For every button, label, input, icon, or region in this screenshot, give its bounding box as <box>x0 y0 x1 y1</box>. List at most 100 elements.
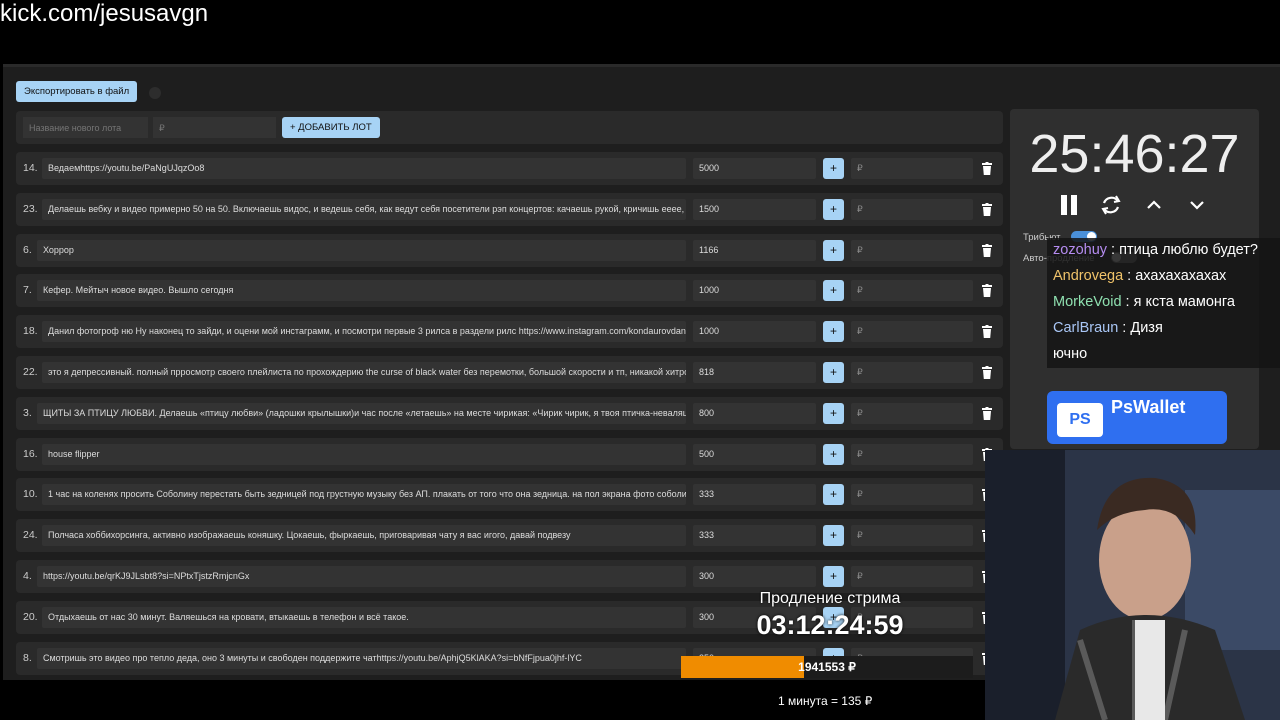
lot-row: 6. Хоррор 1166 + ₽ <box>16 233 1003 267</box>
stream-url: kick.com/jesusavgn <box>0 0 209 27</box>
add-bid-button[interactable]: + <box>823 158 844 179</box>
trash-icon[interactable] <box>982 202 992 216</box>
lot-amount-input[interactable]: 300 <box>693 565 816 587</box>
lot-amount-input[interactable]: 5000 <box>693 158 816 179</box>
add-bid-button[interactable]: + <box>823 443 844 465</box>
bid-input[interactable]: ₽ <box>851 361 973 383</box>
lot-row: 18. Данил фотогроф ню Ну наконец то зайди… <box>16 315 1003 349</box>
lot-title-input[interactable]: 1 час на коленях просить Соболину перест… <box>42 484 686 506</box>
bid-input[interactable]: ₽ <box>851 565 973 587</box>
donation-progress: 1941553 ₽ <box>681 656 973 678</box>
lot-number: 3. <box>23 406 32 419</box>
bid-input[interactable]: ₽ <box>851 158 973 179</box>
chat-message: CarlBraun : Дизя <box>1047 316 1280 342</box>
bid-input[interactable]: ₽ <box>851 443 973 465</box>
lot-amount-input[interactable]: 818 <box>693 361 816 383</box>
bid-input[interactable]: ₽ <box>851 525 973 547</box>
chat-username: Androvega <box>1053 268 1124 284</box>
add-bid-button[interactable]: + <box>823 484 844 506</box>
lot-amount-input[interactable]: 1000 <box>693 321 816 343</box>
lot-number: 22. <box>23 365 38 378</box>
trash-icon[interactable] <box>982 406 992 420</box>
add-bid-button[interactable]: + <box>823 525 844 547</box>
chat-username: zozohuy <box>1053 242 1108 258</box>
new-lot-name-input[interactable] <box>23 117 148 138</box>
export-button[interactable]: Экспортировать в файл <box>16 81 138 102</box>
add-bid-button[interactable]: + <box>823 321 844 343</box>
lot-number: 24. <box>23 529 38 542</box>
lot-amount-input[interactable]: 500 <box>693 443 816 465</box>
lot-title-input[interactable]: Данил фотогроф ню Ну наконец то зайди, и… <box>42 321 686 343</box>
lot-title-input[interactable]: Смотришь это видео про тепло деда, оно 3… <box>37 647 686 669</box>
trash-icon[interactable] <box>982 284 992 298</box>
lot-title-input[interactable]: Делаешь вебку и видео примерно 50 на 50.… <box>42 198 686 220</box>
extension-time: 03:12:24:59 <box>756 610 904 640</box>
chat-message: Androvega : ахахахахахах <box>1047 264 1280 290</box>
chat-message: ючно <box>1047 342 1280 368</box>
add-bid-button[interactable]: + <box>823 361 844 383</box>
lot-number: 20. <box>23 610 38 623</box>
status-dot <box>149 87 161 99</box>
trash-icon[interactable] <box>982 243 992 257</box>
lot-number: 14. <box>23 162 38 174</box>
lot-title-input[interactable]: Кефер. Мейтыч новое видео. Вышло сегодня <box>37 280 686 302</box>
add-bid-button[interactable]: + <box>823 565 844 587</box>
auction-timer: 25:46:27 <box>1029 124 1240 184</box>
add-bid-button[interactable]: + <box>823 280 844 302</box>
streamer-camera-image <box>985 450 1280 720</box>
bid-input[interactable]: ₽ <box>851 280 973 302</box>
reset-icon[interactable] <box>1100 193 1122 217</box>
bid-input[interactable]: ₽ <box>851 321 973 343</box>
chat-separator: : <box>1118 320 1131 336</box>
lot-number: 16. <box>23 447 38 460</box>
lot-amount-input[interactable]: 333 <box>693 525 816 547</box>
chat-message: MorkeVoid : я кста мамонга <box>1047 290 1280 316</box>
lot-amount-input[interactable]: 1166 <box>693 239 816 261</box>
chat-overlay: zozohuy : птица люблю будет? Androvega : … <box>1047 238 1280 368</box>
bid-input[interactable]: ₽ <box>851 198 973 220</box>
lot-title-input[interactable]: Отдыхаешь от нас 30 минут. Валяешься на … <box>42 606 686 628</box>
add-lot-button[interactable]: + ДОБАВИТЬ ЛОТ <box>282 117 380 138</box>
pswallet-banner: PS PsWallet <box>1047 391 1227 444</box>
lot-amount-input[interactable]: 800 <box>693 402 816 424</box>
chat-text: Дизя <box>1130 320 1163 336</box>
lot-title-input[interactable]: ЩИТЫ ЗА ПТИЦУ ЛЮБВИ. Делаешь «птицу любв… <box>37 402 686 424</box>
lot-number: 8. <box>23 651 32 664</box>
new-lot-price-input[interactable] <box>153 117 276 138</box>
bid-input[interactable]: ₽ <box>851 402 973 424</box>
lot-number: 6. <box>23 243 32 256</box>
chat-username: CarlBraun <box>1053 320 1119 336</box>
add-bid-button[interactable]: + <box>823 198 844 220</box>
add-bid-button[interactable]: + <box>823 402 844 424</box>
trash-icon[interactable] <box>982 162 992 175</box>
lot-row: 23. Делаешь вебку и видео примерно 50 на … <box>16 192 1003 226</box>
lot-row: 24. Полчаса хоббихорсинга, активно изобра… <box>16 519 1003 553</box>
trash-icon[interactable] <box>982 365 992 379</box>
lot-number: 7. <box>23 284 32 297</box>
add-bid-button[interactable]: + <box>823 239 844 261</box>
chat-message: zozohuy : птица люблю будет? <box>1047 238 1280 264</box>
pause-icon[interactable] <box>1058 193 1080 217</box>
chat-text: птица люблю будет? <box>1119 242 1258 258</box>
lot-amount-input[interactable]: 333 <box>693 484 816 506</box>
lot-amount-input[interactable]: 1500 <box>693 198 816 220</box>
lot-title-input[interactable]: house flipper <box>42 443 686 465</box>
lot-title-input[interactable]: https://youtu.be/qrKJ9JLsbt8?si=NPtxTjst… <box>37 565 686 587</box>
lot-title-input[interactable]: это я депрессивный. полный прросмотр сво… <box>42 361 686 383</box>
chevron-up-icon[interactable] <box>1143 193 1165 217</box>
extension-label: Продление стрима <box>759 590 901 607</box>
chevron-down-icon[interactable] <box>1186 193 1208 217</box>
timer-controls <box>1058 193 1218 217</box>
trash-icon[interactable] <box>982 325 992 339</box>
chat-text: ахахахахахах <box>1135 268 1227 284</box>
lot-row: 14. Ведаемhttps://youtu.be/PaNgUJqzOo8 500… <box>16 152 1003 185</box>
bid-input[interactable]: ₽ <box>851 484 973 506</box>
bid-input[interactable]: ₽ <box>851 239 973 261</box>
lot-title-input[interactable]: Ведаемhttps://youtu.be/PaNgUJqzOo8 <box>42 158 686 179</box>
lot-title-input[interactable]: Хоррор <box>37 239 686 261</box>
lot-title-input[interactable]: Полчаса хоббихорсинга, активно изображае… <box>42 525 686 547</box>
rate-text: 1 минута = 135 ₽ <box>778 694 873 708</box>
lot-amount-input[interactable]: 1000 <box>693 280 816 302</box>
lot-number: 4. <box>23 569 32 582</box>
webcam-overlay <box>985 450 1280 720</box>
